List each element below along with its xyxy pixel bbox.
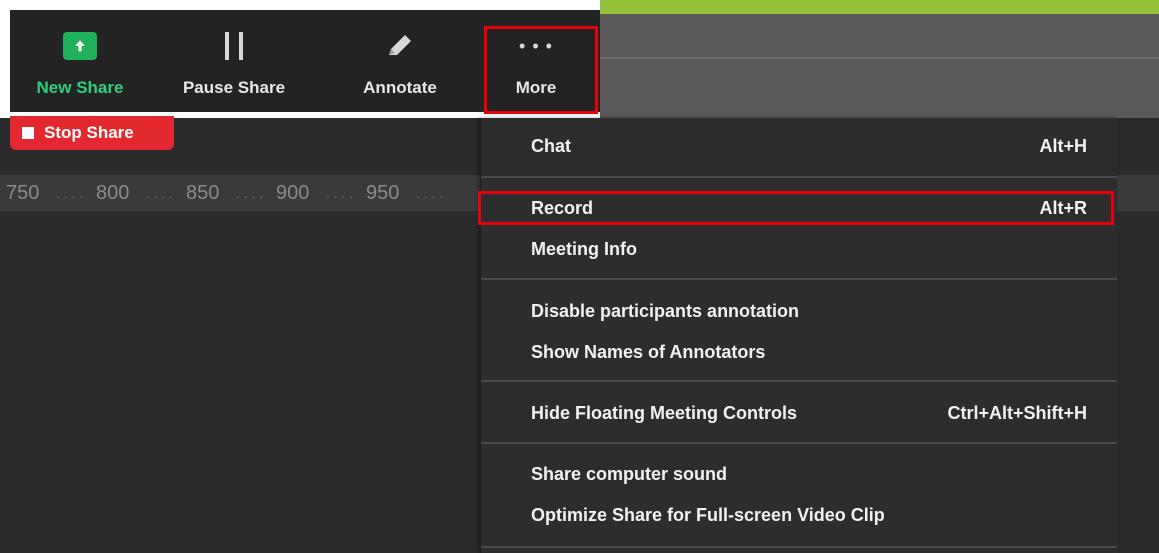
green-share-border — [600, 0, 1159, 14]
menu-item-label: Show Names of Annotators — [531, 342, 766, 362]
menu-item-label: Share computer sound — [531, 464, 728, 484]
menu-item-label: Disable participants annotation — [531, 301, 800, 321]
ruler-label: 750 — [6, 182, 40, 204]
ruler-ticks: . . . . — [56, 185, 84, 201]
annotate-label: Annotate — [363, 78, 437, 97]
menu-item-share-sound[interactable]: Share computer sound — [481, 454, 1117, 494]
more-label: More — [515, 78, 557, 97]
ruler-label: 950 — [366, 182, 400, 204]
background-window — [600, 0, 1159, 118]
up-arrow-icon — [63, 32, 97, 60]
ruler-label: 800 — [96, 182, 130, 204]
new-share-label: New Share — [36, 78, 124, 97]
ruler-ticks: . . . . — [146, 185, 174, 201]
menu-separator — [481, 278, 1117, 280]
menu-item-shortcut: Ctrl+Alt+Shift+H — [947, 403, 1087, 423]
menu-item-disable-annotation[interactable]: Disable participants annotation — [481, 291, 1117, 331]
menu-item-label: Meeting Info — [531, 239, 637, 259]
more-menu: Chat Alt+H Record Alt+R Meeting Info Dis… — [480, 118, 1117, 553]
menu-item-shortcut: Alt+H — [1039, 136, 1087, 156]
menu-separator — [481, 176, 1117, 178]
stop-share-label: Stop Share — [44, 123, 134, 142]
menu-item-label: Chat — [531, 136, 571, 156]
menu-separator — [481, 442, 1117, 444]
menu-item-show-names[interactable]: Show Names of Annotators — [481, 332, 1117, 372]
menu-item-hide-controls[interactable]: Hide Floating Meeting Controls Ctrl+Alt+… — [481, 393, 1117, 433]
pause-share-label: Pause Share — [182, 78, 286, 97]
menu-item-optimize-video[interactable]: Optimize Share for Full-screen Video Cli… — [481, 495, 1117, 535]
background-divider — [600, 57, 1159, 59]
menu-item-shortcut: Alt+R — [1039, 198, 1087, 218]
menu-item-label: Optimize Share for Full-screen Video Cli… — [531, 505, 885, 525]
ruler-label: 850 — [186, 182, 220, 204]
pause-icon — [225, 32, 243, 60]
ellipsis-icon: • • • — [519, 35, 553, 56]
menu-item-record[interactable]: Record Alt+R — [481, 188, 1117, 228]
ruler-ticks: . . . . — [416, 185, 444, 201]
new-share-button[interactable]: New Share — [16, 10, 144, 112]
pause-share-button[interactable]: Pause Share — [174, 10, 294, 112]
stop-icon — [22, 127, 34, 139]
menu-item-meeting-info[interactable]: Meeting Info — [481, 229, 1117, 269]
ruler-ticks: . . . . — [326, 185, 354, 201]
pencil-icon — [389, 35, 411, 55]
ruler-label: 900 — [276, 182, 310, 204]
menu-separator — [481, 546, 1117, 548]
ruler-ticks: . . . . — [236, 185, 264, 201]
menu-item-chat[interactable]: Chat Alt+H — [481, 126, 1117, 166]
menu-item-label: Hide Floating Meeting Controls — [531, 403, 797, 423]
more-button[interactable]: • • • More — [480, 10, 592, 112]
annotate-button[interactable]: Annotate — [340, 10, 460, 112]
stop-share-button[interactable]: Stop Share — [10, 116, 174, 150]
menu-item-label: Record — [531, 198, 594, 218]
share-toolbar: New Share Pause Share Annotate • • • Mor… — [10, 10, 600, 112]
menu-separator — [481, 380, 1117, 382]
